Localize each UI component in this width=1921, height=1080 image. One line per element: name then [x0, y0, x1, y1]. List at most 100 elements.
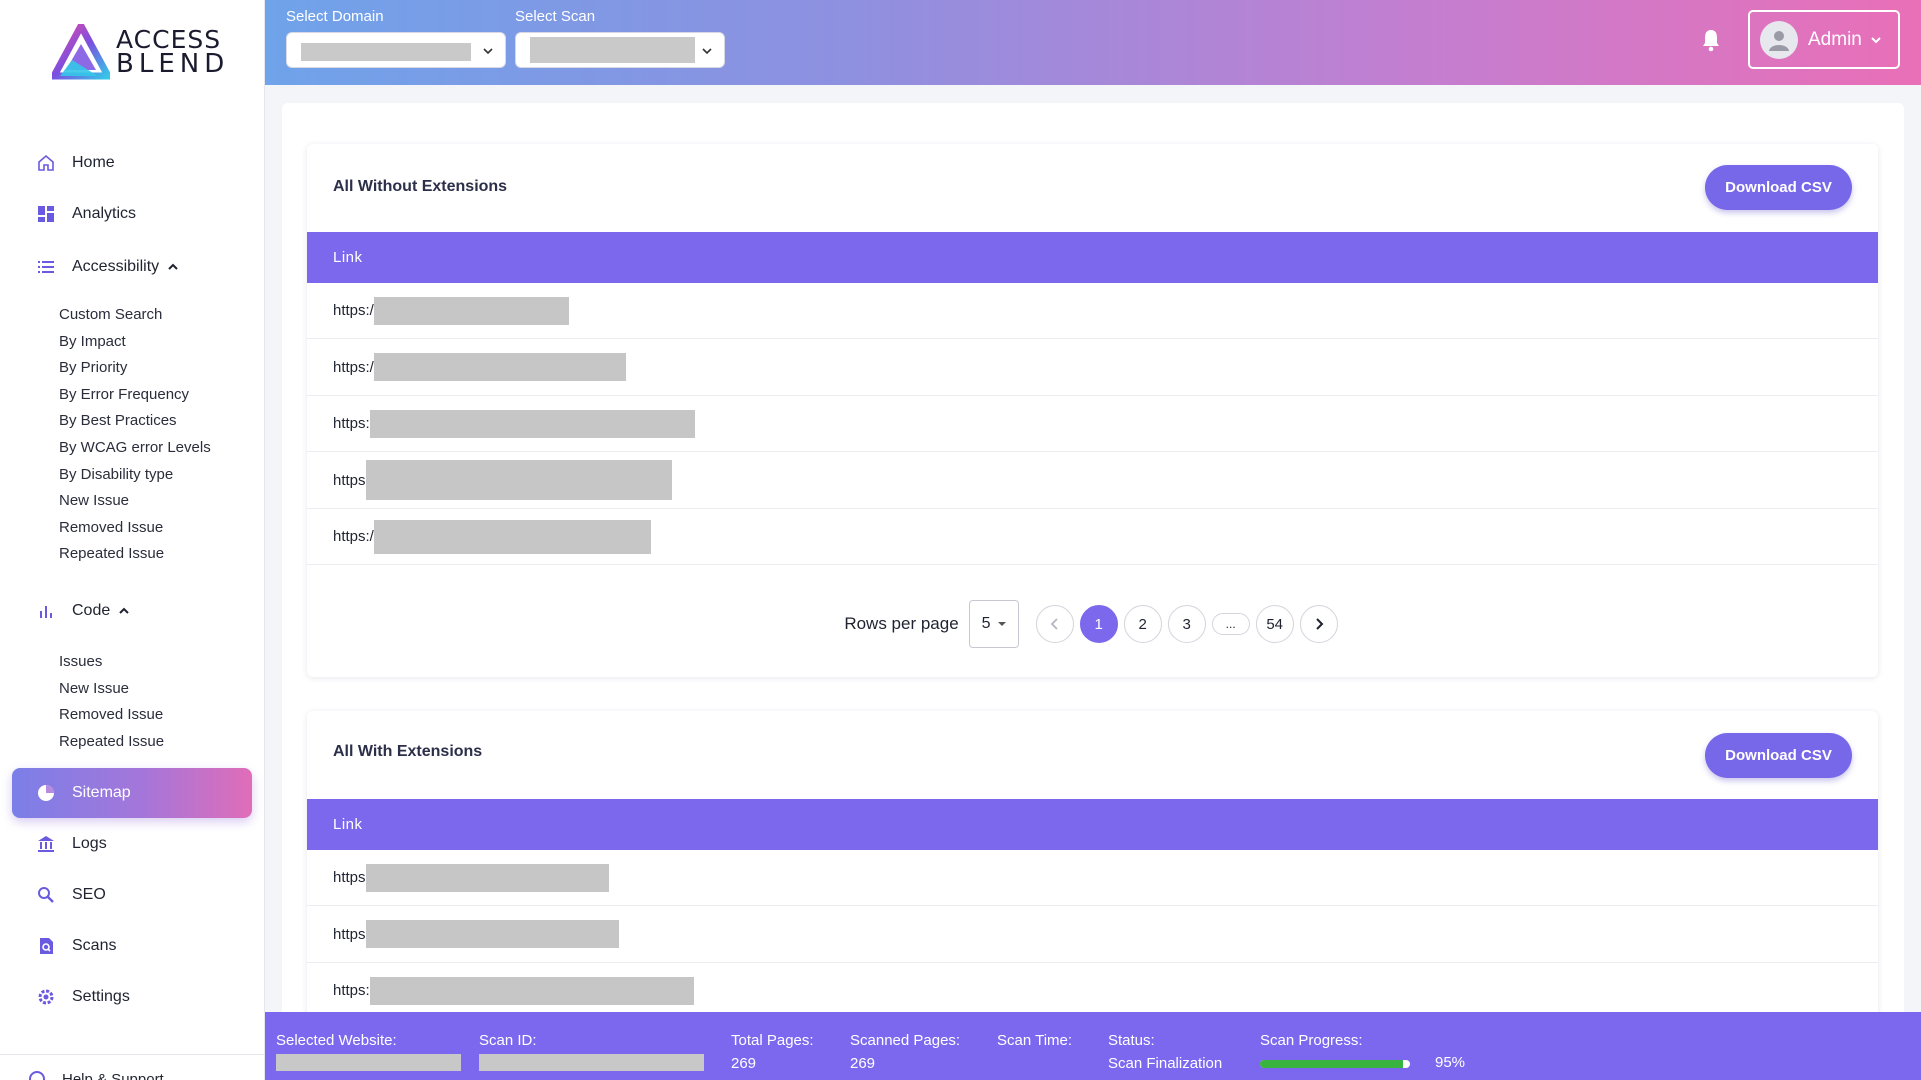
prev-page-button[interactable] — [1035, 605, 1074, 643]
scan-progress-bar — [1260, 1060, 1410, 1068]
scan-select[interactable] — [515, 32, 725, 68]
next-page-button[interactable] — [1299, 605, 1338, 643]
chevron-down-icon — [483, 48, 493, 55]
brand-line2: BLEND — [116, 49, 230, 79]
sidebar-item-sitemap[interactable]: Sitemap — [12, 768, 252, 818]
divider — [0, 1054, 264, 1055]
page-button-54[interactable]: 54 — [1255, 605, 1294, 643]
redacted-value — [373, 296, 569, 325]
sidebar-item-settings[interactable]: Settings — [12, 972, 252, 1022]
card-title: All With Extensions — [333, 743, 483, 760]
row-link[interactable]: https: — [333, 982, 370, 999]
scan-time-field: Scan Time: — [997, 1032, 1072, 1049]
sidebar-item-label: Code — [72, 602, 111, 619]
row-link[interactable]: https — [333, 926, 366, 943]
total-pages-label: Total Pages: — [731, 1032, 814, 1049]
row-link[interactable]: https:/ — [333, 359, 374, 376]
sidebar-subitem[interactable]: Repeated Issue — [59, 733, 164, 750]
status-field: Status: Scan Finalization — [1108, 1032, 1222, 1072]
sidebar-subitem[interactable]: By Disability type — [59, 466, 173, 483]
scan-id-label: Scan ID: — [479, 1032, 537, 1049]
sidebar-subitem[interactable]: Custom Search — [59, 306, 162, 323]
user-name: Admin — [1808, 28, 1862, 50]
sidebar: ACCESS BLEND Home Analytics Accessibilit… — [0, 0, 265, 1080]
selected-website-field: Selected Website: — [276, 1032, 461, 1071]
scan-status-footer: Selected Website: Scan ID: Total Pages: … — [265, 1012, 1921, 1080]
table-row: https: — [307, 396, 1878, 452]
sidebar-item-label: Sitemap — [72, 784, 131, 801]
scan-progress-label: Scan Progress: — [1260, 1032, 1363, 1049]
help-label: Help & Support — [62, 1070, 164, 1080]
caret-down-icon — [997, 622, 1006, 626]
sidebar-item-seo[interactable]: SEO — [12, 870, 252, 920]
notification-bell-icon[interactable] — [1700, 28, 1722, 52]
row-link[interactable]: https:/ — [333, 302, 374, 319]
help-support-link[interactable]: Help & Support — [28, 1070, 164, 1080]
redacted-value — [365, 920, 619, 948]
document-search-icon — [36, 936, 56, 956]
redacted-value — [301, 43, 471, 61]
redacted-value — [365, 460, 672, 500]
chevron-down-icon — [1871, 36, 1881, 43]
scan-progress-fill — [1260, 1060, 1403, 1068]
scan-id-field: Scan ID: — [479, 1032, 704, 1071]
scan-time-label: Scan Time: — [997, 1032, 1073, 1049]
domain-select[interactable] — [286, 32, 506, 68]
row-link[interactable]: https — [333, 472, 366, 489]
page-button-3[interactable]: 3 — [1167, 605, 1206, 643]
page-button-2[interactable]: 2 — [1123, 605, 1162, 643]
pie-chart-icon — [36, 783, 56, 803]
sidebar-subitem[interactable]: New Issue — [59, 492, 129, 509]
row-link[interactable]: https — [333, 869, 366, 886]
brand-logo[interactable]: ACCESS BLEND — [52, 24, 229, 80]
sidebar-subitem[interactable]: By Best Practices — [59, 412, 177, 429]
total-pages-value: 269 — [731, 1055, 757, 1072]
table-row: https:/ — [307, 509, 1878, 565]
card-title: All Without Extensions — [333, 178, 508, 195]
table-row: https:/ — [307, 283, 1878, 339]
sidebar-item-logs[interactable]: Logs — [12, 819, 252, 869]
redacted-value — [479, 1054, 704, 1071]
sidebar-subitem[interactable]: By Error Frequency — [59, 386, 189, 403]
sidebar-subitem[interactable]: Repeated Issue — [59, 545, 164, 562]
redacted-value — [530, 37, 695, 63]
sidebar-subitem[interactable]: By Impact — [59, 333, 126, 350]
scanned-pages-field: Scanned Pages: 269 — [850, 1032, 960, 1072]
sidebar-item-label: Scans — [72, 937, 117, 954]
row-link[interactable]: https:/ — [333, 528, 374, 545]
scan-progress-field: Scan Progress: — [1260, 1032, 1363, 1049]
sidebar-item-label: SEO — [72, 886, 106, 903]
sidebar-subitem[interactable]: Removed Issue — [59, 706, 163, 723]
sidebar-subitem[interactable]: Removed Issue — [59, 519, 163, 536]
sidebar-subitem[interactable]: Issues — [59, 653, 102, 670]
user-menu-button[interactable]: Admin — [1748, 10, 1900, 69]
download-csv-button[interactable]: Download CSV — [1705, 733, 1852, 778]
sidebar-item-analytics[interactable]: Analytics — [12, 189, 252, 239]
sidebar-item-label: Home — [72, 154, 115, 171]
bar-chart-icon — [36, 601, 56, 621]
table-row: https — [307, 907, 1878, 963]
sidebar-item-scans[interactable]: Scans — [12, 921, 252, 971]
rows-per-page-select[interactable]: 5 — [968, 600, 1019, 648]
scan-progress-percent: 95% — [1435, 1054, 1466, 1071]
sidebar-item-accessibility[interactable]: Accessibility — [12, 242, 252, 292]
row-link[interactable]: https: — [333, 415, 370, 432]
selected-website-label: Selected Website: — [276, 1032, 397, 1049]
page-button-1[interactable]: 1 — [1079, 605, 1118, 643]
sidebar-item-code[interactable]: Code — [12, 586, 252, 636]
search-icon — [36, 885, 56, 905]
sidebar-item-home[interactable]: Home — [12, 138, 252, 188]
pagination: Rows per page 5 1 2 3 ... 54 — [307, 599, 1878, 649]
rows-per-page-label: Rows per page — [844, 614, 959, 633]
sidebar-subitem[interactable]: By WCAG error Levels — [59, 439, 211, 456]
sidebar-subitem[interactable]: By Priority — [59, 359, 127, 376]
redacted-value — [373, 353, 626, 381]
table-row: https — [307, 453, 1878, 509]
redacted-value — [369, 976, 694, 1005]
status-value: Scan Finalization — [1108, 1055, 1223, 1072]
avatar — [1760, 20, 1798, 59]
brand-name: ACCESS BLEND — [116, 27, 229, 77]
download-csv-button[interactable]: Download CSV — [1705, 165, 1852, 210]
user-icon — [1769, 30, 1789, 51]
sidebar-subitem[interactable]: New Issue — [59, 680, 129, 697]
